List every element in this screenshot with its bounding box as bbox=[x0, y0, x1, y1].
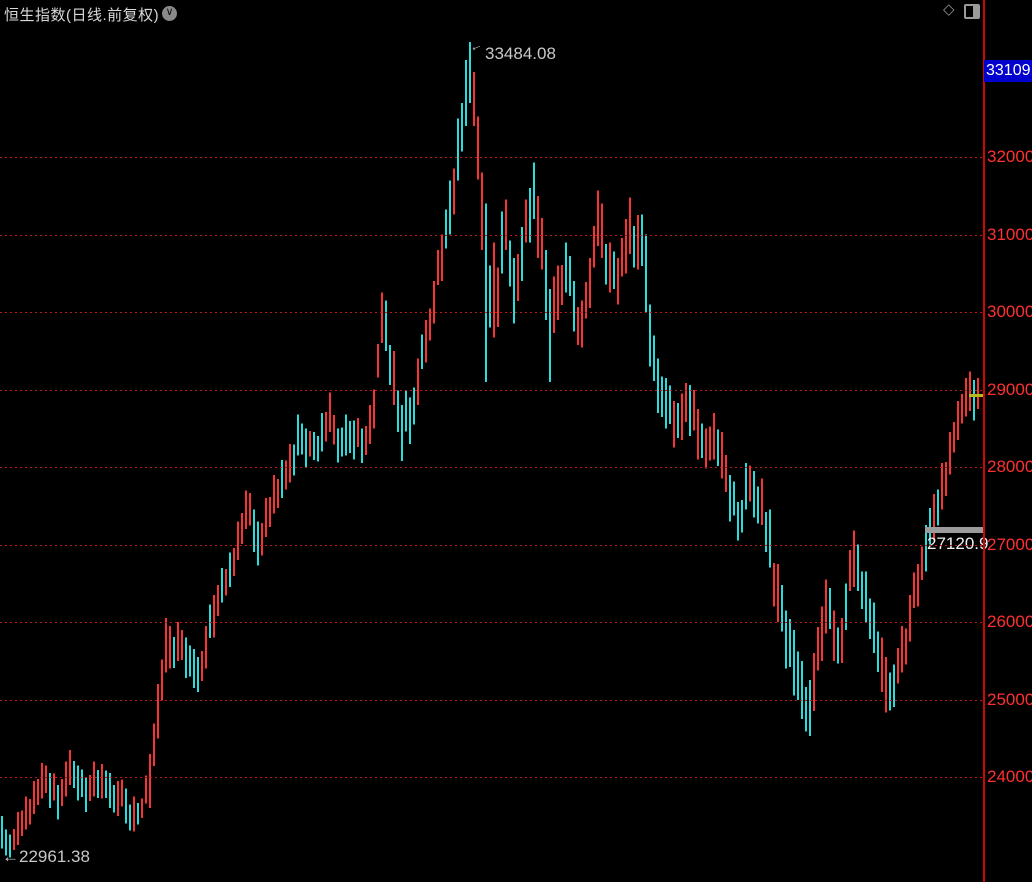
candlestick-series bbox=[0, 0, 983, 882]
y-axis-tick: 27000 bbox=[987, 535, 1032, 555]
gridline bbox=[0, 235, 983, 236]
gridline bbox=[0, 777, 983, 778]
gridline bbox=[0, 312, 983, 313]
gridline bbox=[0, 157, 983, 158]
stock-chart-app: 恒生指数(日线.前复权) ∨ ◇ ← 33484.08 ←22961.38 27… bbox=[0, 0, 1032, 882]
gridline bbox=[0, 700, 983, 701]
hover-price-label: 27120.9 bbox=[927, 534, 988, 554]
high-annotation: 33484.08 bbox=[485, 44, 556, 64]
y-axis-tick: 31000 bbox=[987, 225, 1032, 245]
candlestick-plot[interactable]: ← 33484.08 ←22961.38 27120.9 bbox=[0, 0, 983, 882]
y-axis-tick: 28000 bbox=[987, 457, 1032, 477]
gridline bbox=[0, 467, 983, 468]
hover-price-bar bbox=[925, 527, 983, 533]
gridline bbox=[0, 545, 983, 546]
current-price-axis-label: 33109. bbox=[984, 60, 1032, 82]
y-axis-line bbox=[983, 0, 985, 882]
y-axis-tick: 30000 bbox=[987, 302, 1032, 322]
y-axis-tick: 32000 bbox=[987, 147, 1032, 167]
y-axis-tick: 25000 bbox=[987, 690, 1032, 710]
y-axis-tick: 24000 bbox=[987, 767, 1032, 787]
low-annotation: ←22961.38 bbox=[2, 847, 90, 867]
gridline bbox=[0, 390, 983, 391]
y-axis-tick: 26000 bbox=[987, 612, 1032, 632]
y-axis-tick: 29000 bbox=[987, 380, 1032, 400]
gridline bbox=[0, 622, 983, 623]
last-close-tick bbox=[969, 394, 983, 397]
